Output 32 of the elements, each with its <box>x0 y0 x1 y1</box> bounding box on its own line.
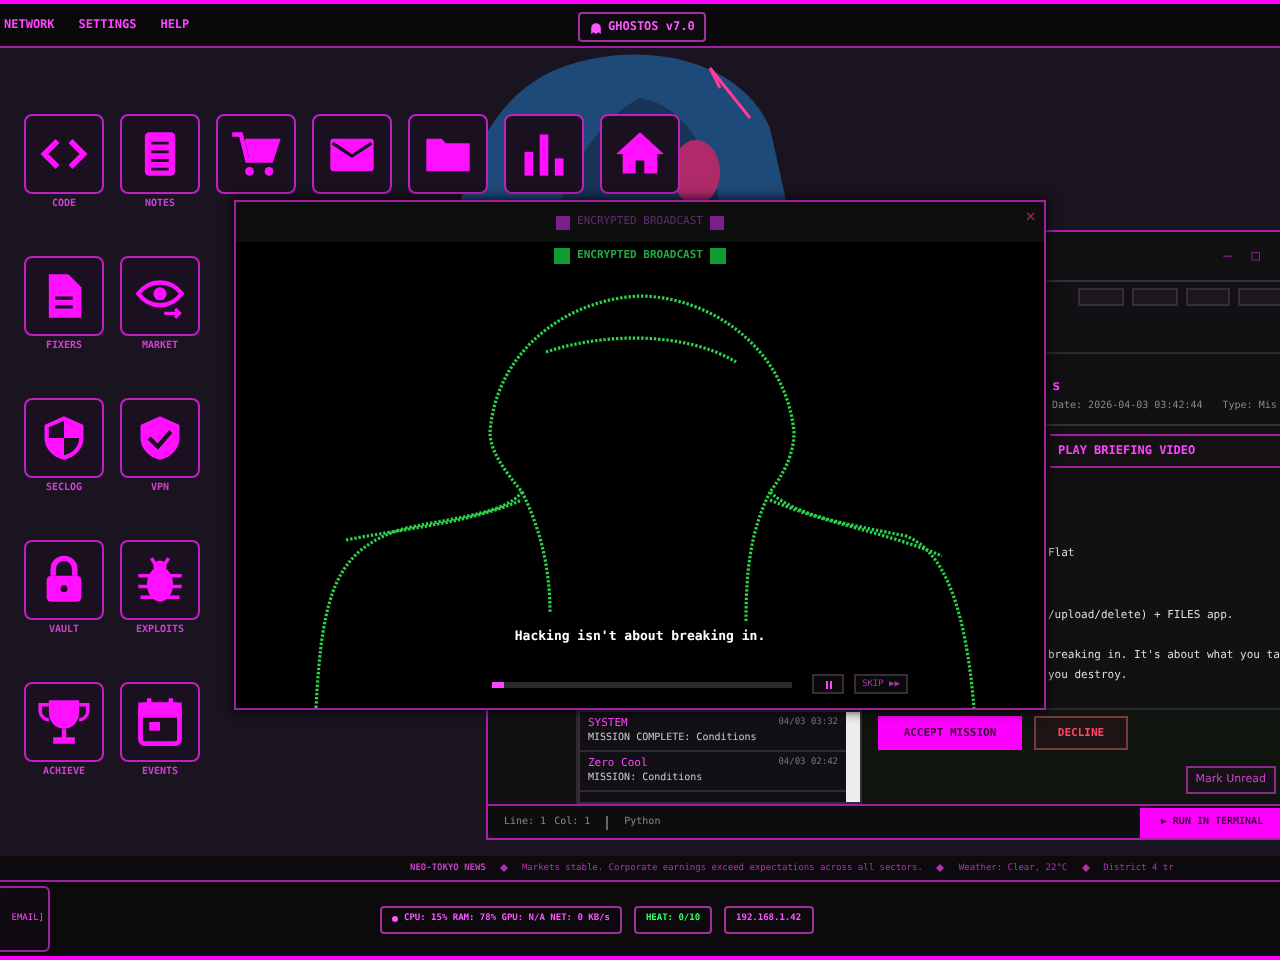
square-icon <box>553 248 570 264</box>
app-tile[interactable] <box>24 114 104 194</box>
pause-button[interactable] <box>812 674 845 694</box>
app-tile[interactable] <box>24 398 104 478</box>
status-dot <box>392 916 398 922</box>
app-tile[interactable] <box>120 256 200 336</box>
app-tile[interactable] <box>24 682 104 762</box>
app-tile[interactable] <box>120 398 200 478</box>
pause-icon <box>823 679 834 689</box>
trophy-icon <box>38 696 90 748</box>
app-tile[interactable] <box>600 114 680 194</box>
app-tile[interactable] <box>216 114 296 194</box>
diamond-icon <box>1081 864 1090 872</box>
cart-icon <box>230 128 282 180</box>
app-tile[interactable] <box>24 256 104 336</box>
app-tile[interactable] <box>120 114 200 194</box>
app-tile[interactable] <box>312 114 392 194</box>
calendar-icon <box>134 696 186 748</box>
diamond-icon <box>936 864 945 872</box>
app-tile[interactable] <box>24 540 104 620</box>
bug-icon <box>134 554 186 606</box>
app-tile[interactable] <box>120 682 200 762</box>
app-tile[interactable] <box>120 540 200 620</box>
app-tile[interactable] <box>408 114 488 194</box>
square-icon <box>710 215 725 229</box>
house-icon <box>614 128 666 180</box>
square-icon <box>555 215 570 229</box>
square-icon <box>710 248 727 264</box>
ghost-icon <box>590 21 602 33</box>
app-tile[interactable] <box>504 114 584 194</box>
diamond-icon <box>499 864 508 872</box>
scrollbar[interactable] <box>846 712 860 802</box>
